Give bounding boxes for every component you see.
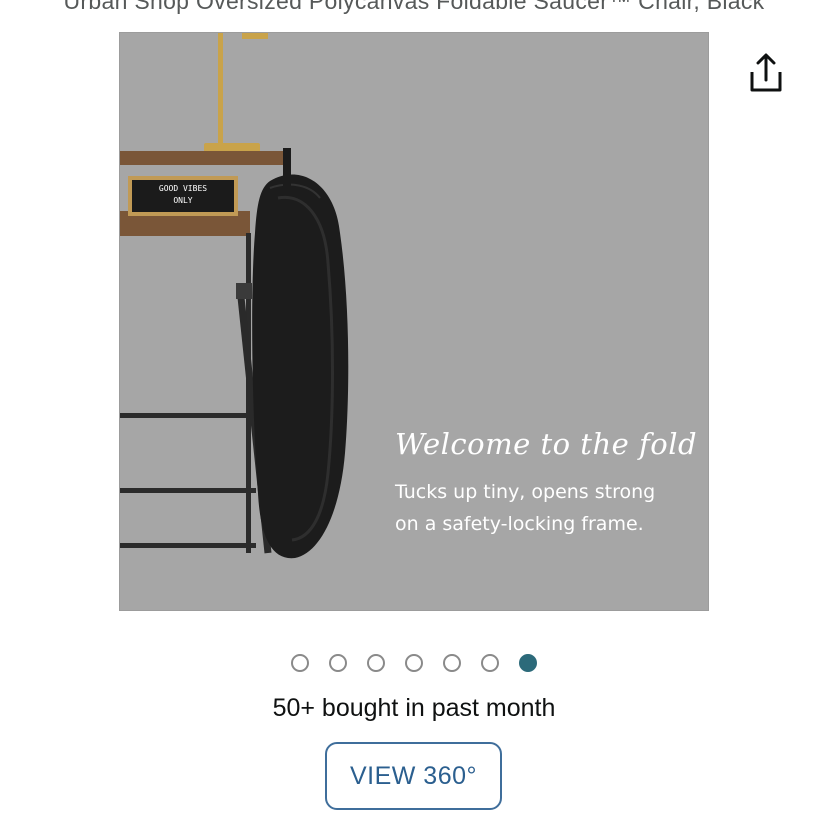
- image-overlay-text: Tucks up tiny, opens strong on a safety-…: [395, 476, 695, 540]
- view-360-label: VIEW 360°: [349, 761, 478, 790]
- share-icon: [750, 53, 782, 92]
- carousel-indicators: [0, 652, 828, 674]
- bought-count: 50+ bought in past month: [272, 694, 556, 722]
- product-image[interactable]: GOOD VIBES ONLY Welcome to the fold Tuck…: [119, 32, 709, 611]
- carousel-dot[interactable]: [291, 654, 309, 672]
- carousel-dot[interactable]: [367, 654, 385, 672]
- carousel-dot[interactable]: [481, 654, 499, 672]
- overlay-line-2: on a safety-locking frame.: [395, 513, 644, 535]
- carousel-dot-active[interactable]: [519, 654, 537, 672]
- share-button[interactable]: [744, 50, 788, 96]
- overlay-line-1: Tucks up tiny, opens strong: [395, 481, 656, 503]
- carousel-dot[interactable]: [443, 654, 461, 672]
- carousel-dot[interactable]: [405, 654, 423, 672]
- product-title: Urban Shop Oversized Polycanvas Foldable…: [63, 0, 765, 14]
- carousel-dot[interactable]: [329, 654, 347, 672]
- sign-text: GOOD VIBES: [159, 184, 207, 193]
- image-overlay-heading: Welcome to the fold: [395, 427, 698, 461]
- svg-text:ONLY: ONLY: [173, 196, 192, 205]
- view-360-button[interactable]: VIEW 360°: [325, 742, 502, 810]
